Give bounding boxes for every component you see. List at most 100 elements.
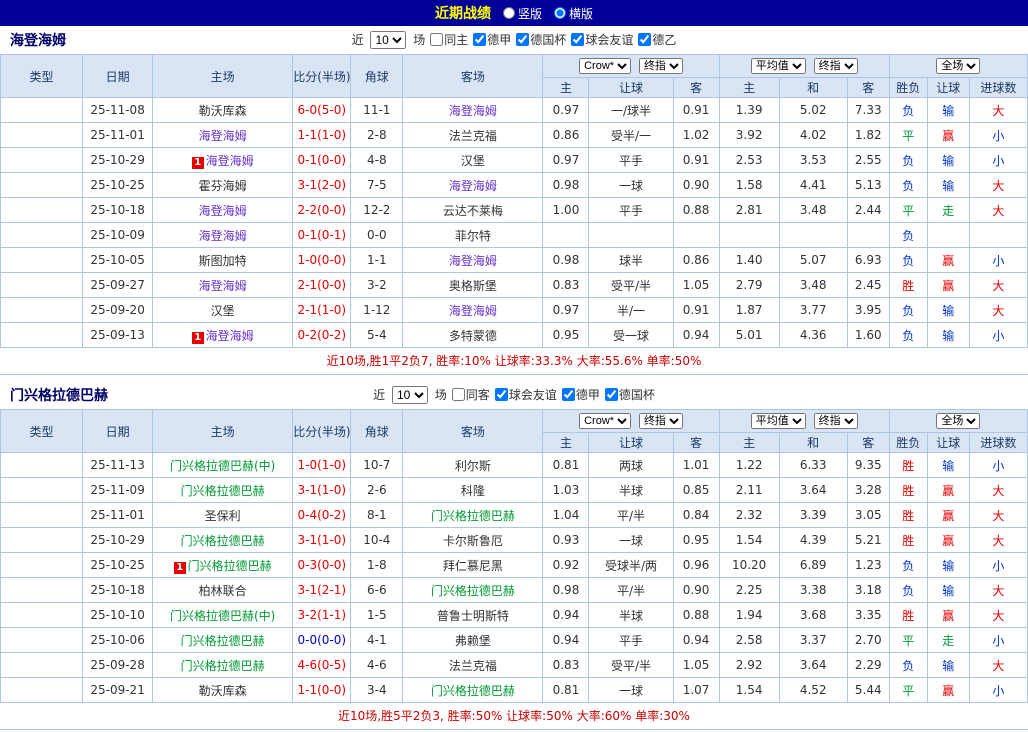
filter-competition-0[interactable]: 德甲 — [469, 33, 511, 47]
corner-score: 1-5 — [351, 603, 403, 628]
results-body: 德甲25-11-08勒沃库森6-0(5-0)11-1海登海姆0.97一/球半0.… — [1, 98, 1028, 348]
average-stage-select[interactable]: 终指 — [814, 58, 858, 74]
match-type-badge: 德甲 — [1, 198, 83, 223]
result-handicap: 输 — [927, 323, 969, 348]
filter-competition-1-checkbox[interactable] — [516, 33, 529, 46]
avg-away: 2.45 — [847, 273, 889, 298]
result-handicap: 赢 — [927, 678, 969, 703]
team-header-row: 海登海姆 近 10 场同主德甲德国杯球会友谊德乙 — [0, 26, 1028, 54]
layout-radio-vertical[interactable]: 竖版 — [503, 5, 542, 22]
average-select[interactable]: 平均值 — [751, 58, 806, 74]
odds-stage-select[interactable]: 终指 — [639, 413, 683, 429]
match-date: 25-10-05 — [83, 248, 153, 273]
filter-venue-label: 同主 — [444, 33, 468, 47]
filter-competition-2-checkbox[interactable] — [571, 33, 584, 46]
odds-handicap: 球半 — [589, 248, 673, 273]
avg-draw: 4.41 — [779, 173, 847, 198]
layout-radio-input[interactable] — [554, 7, 566, 19]
match-date: 25-09-27 — [83, 273, 153, 298]
red-card-badge: 1 — [192, 157, 204, 169]
result-goals: 大 — [969, 173, 1027, 198]
odds-stage-select[interactable]: 终指 — [639, 58, 683, 74]
layout-radio-input[interactable] — [503, 7, 515, 19]
recent-count-select[interactable]: 10 — [370, 31, 406, 49]
result-goals: 大 — [969, 478, 1027, 503]
odds-away — [673, 223, 719, 248]
result-goals: 大 — [969, 603, 1027, 628]
avg-draw: 5.02 — [779, 98, 847, 123]
match-type-badge: 德甲 — [1, 503, 83, 528]
corner-score: 4-6 — [351, 653, 403, 678]
match-score: 3-1(1-0) — [293, 478, 351, 503]
red-card-badge: 1 — [174, 562, 186, 574]
home-team-name: 海登海姆 — [199, 279, 247, 293]
filter-competition-1[interactable]: 德甲 — [558, 388, 600, 402]
filter-competition-2[interactable]: 球会友谊 — [567, 33, 633, 47]
avg-home: 1.39 — [719, 98, 779, 123]
avg-home: 1.87 — [719, 298, 779, 323]
match-type-badge: 德国杯 — [1, 528, 83, 553]
filter-competition-2-checkbox[interactable] — [605, 388, 618, 401]
match-row: 德甲25-09-28门兴格拉德巴赫4-6(0-5)4-6法兰克福0.83受平/半… — [1, 653, 1028, 678]
filter-competition-0-checkbox[interactable] — [473, 33, 486, 46]
odds-handicap: 两球 — [589, 453, 673, 478]
corner-score: 11-1 — [351, 98, 403, 123]
filter-competition-0-checkbox[interactable] — [495, 388, 508, 401]
match-score: 0-1(0-0) — [293, 148, 351, 173]
odds-home: 0.97 — [543, 148, 589, 173]
filter-competition-2-label: 球会友谊 — [585, 33, 633, 47]
recent-count-select[interactable]: 10 — [392, 386, 428, 404]
filter-competition-1-checkbox[interactable] — [562, 388, 575, 401]
avg-draw: 4.39 — [779, 528, 847, 553]
avg-away: 3.18 — [847, 578, 889, 603]
match-score: 4-6(0-5) — [293, 653, 351, 678]
match-date: 25-11-09 — [83, 478, 153, 503]
match-row: 德甲25-10-18海登海姆2-2(0-0)12-2云达不莱梅1.00平手0.8… — [1, 198, 1028, 223]
bookmaker-select[interactable]: Crow* — [579, 58, 631, 74]
avg-draw: 3.48 — [779, 273, 847, 298]
col-header-odds-handicap: 让球 — [589, 433, 673, 453]
avg-away: 3.95 — [847, 298, 889, 323]
result-goals: 大 — [969, 528, 1027, 553]
match-score: 0-2(0-2) — [293, 323, 351, 348]
filter-competition-3[interactable]: 德乙 — [634, 33, 676, 47]
col-header-avg-home: 主 — [719, 433, 779, 453]
filter-competition-0[interactable]: 球会友谊 — [491, 388, 557, 402]
avg-home: 2.25 — [719, 578, 779, 603]
home-team-name: 圣保利 — [205, 509, 241, 523]
away-team: 弗赖堡 — [403, 628, 543, 653]
result-goals: 大 — [969, 273, 1027, 298]
avg-home: 1.94 — [719, 603, 779, 628]
filter-competition-3-checkbox[interactable] — [638, 33, 651, 46]
result-handicap: 输 — [927, 453, 969, 478]
odds-handicap: 受球半/两 — [589, 553, 673, 578]
bookmaker-select[interactable]: Crow* — [579, 413, 631, 429]
match-row: 德甲25-09-131海登海姆0-2(0-2)5-4多特蒙德0.95受一球0.9… — [1, 323, 1028, 348]
result-goals: 小 — [969, 453, 1027, 478]
fulltime-scope-select[interactable]: 全场 — [936, 58, 980, 74]
away-team-name: 海登海姆 — [449, 104, 497, 118]
average-stage-select[interactable]: 终指 — [814, 413, 858, 429]
filter-venue[interactable]: 同客 — [448, 388, 490, 402]
fulltime-scope-select[interactable]: 全场 — [936, 413, 980, 429]
home-team: 门兴格拉德巴赫 — [153, 628, 293, 653]
avg-draw: 4.52 — [779, 678, 847, 703]
home-team: 1海登海姆 — [153, 148, 293, 173]
col-header-home: 主场 — [153, 410, 293, 453]
filter-competition-2[interactable]: 德国杯 — [601, 388, 655, 402]
col-header-result-handicap: 让球 — [927, 78, 969, 98]
match-type-badge: 德甲 — [1, 578, 83, 603]
results-body: 球会友谊25-11-13门兴格拉德巴赫(中)1-0(1-0)10-7利尔斯0.8… — [1, 453, 1028, 703]
match-score: 2-1(0-0) — [293, 273, 351, 298]
odds-select-cell: Crow* 终指 — [543, 55, 719, 78]
filter-competition-1[interactable]: 德国杯 — [512, 33, 566, 47]
layout-radio-horizontal[interactable]: 横版 — [554, 5, 593, 22]
result-goals: 大 — [969, 503, 1027, 528]
corner-score: 0-0 — [351, 223, 403, 248]
average-select[interactable]: 平均值 — [751, 413, 806, 429]
filter-venue-checkbox[interactable] — [430, 33, 443, 46]
filter-venue-checkbox[interactable] — [452, 388, 465, 401]
avg-away: 2.70 — [847, 628, 889, 653]
away-team: 科隆 — [403, 478, 543, 503]
filter-venue[interactable]: 同主 — [426, 33, 468, 47]
